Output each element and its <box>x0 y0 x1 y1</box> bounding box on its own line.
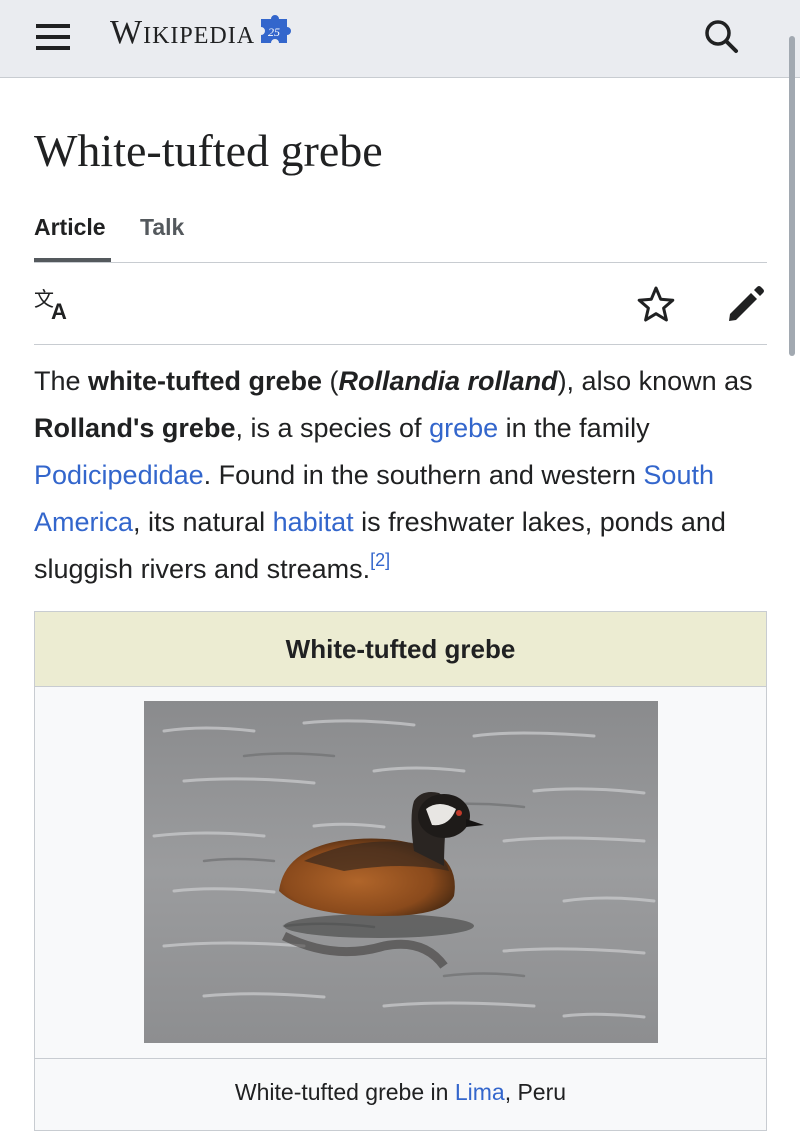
grebe-photo[interactable] <box>144 701 658 1043</box>
page-title: White-tufted grebe <box>34 125 383 176</box>
lead-text: , is a species of <box>235 413 430 443</box>
link-lima[interactable]: Lima <box>455 1079 505 1105</box>
page-actions-bar: 文 A <box>34 262 767 345</box>
top-bar: Wikipedia 25 <box>0 0 800 78</box>
wikipedia-logo[interactable]: Wikipedia 25 <box>110 8 295 58</box>
caption-text: White-tufted grebe in <box>234 1079 455 1105</box>
edit-button[interactable] <box>724 282 768 326</box>
lead-text: in the family <box>498 413 650 443</box>
tab-talk[interactable]: Talk <box>140 214 184 241</box>
logo-wordmark: Wikipedia <box>110 14 256 51</box>
search-icon <box>705 20 738 53</box>
star-icon <box>637 286 675 322</box>
search-button[interactable] <box>700 16 744 56</box>
badge-number: 25 <box>268 25 280 39</box>
pencil-icon <box>729 286 764 321</box>
watch-button[interactable] <box>636 284 676 324</box>
citation-link[interactable]: [2] <box>370 550 390 570</box>
lead-paragraph: The white-tufted grebe (Rollandia rollan… <box>34 358 774 593</box>
language-icon: 文 A <box>34 287 67 324</box>
infobox: White-tufted grebe White-tufted grebe in… <box>34 611 767 1131</box>
lead-text: . Found in the southern and western <box>203 460 644 490</box>
lead-text: ( <box>322 366 339 396</box>
lead-text: The <box>34 366 89 396</box>
svg-text:A: A <box>51 299 67 322</box>
bold-alternate-name: Rolland's grebe <box>34 413 236 443</box>
bold-common-name: white-tufted grebe <box>88 366 323 396</box>
tab-article[interactable]: Article <box>34 214 106 241</box>
link-habitat[interactable]: habitat <box>273 507 354 537</box>
scientific-name: Rollandia rolland <box>338 366 558 396</box>
lead-text: ), also known as <box>557 366 753 396</box>
image-caption: White-tufted grebe in Lima, Peru <box>35 1059 766 1106</box>
page-scrollbar[interactable] <box>789 36 795 356</box>
language-button[interactable]: 文 A <box>34 286 74 324</box>
puzzle-25-icon: 25 <box>261 15 292 43</box>
caption-text: , Peru <box>504 1079 567 1105</box>
hamburger-menu-icon <box>36 24 70 50</box>
namespace-tabs: Article Talk <box>34 212 767 263</box>
lead-text: , its natural <box>133 507 273 537</box>
infobox-caption-row: White-tufted grebe in Lima, Peru <box>35 1058 766 1132</box>
main-menu-button[interactable] <box>34 20 74 54</box>
link-podicipedidae[interactable]: Podicipedidae <box>34 460 204 490</box>
infobox-title: White-tufted grebe <box>35 612 766 687</box>
link-grebe[interactable]: grebe <box>429 413 498 443</box>
